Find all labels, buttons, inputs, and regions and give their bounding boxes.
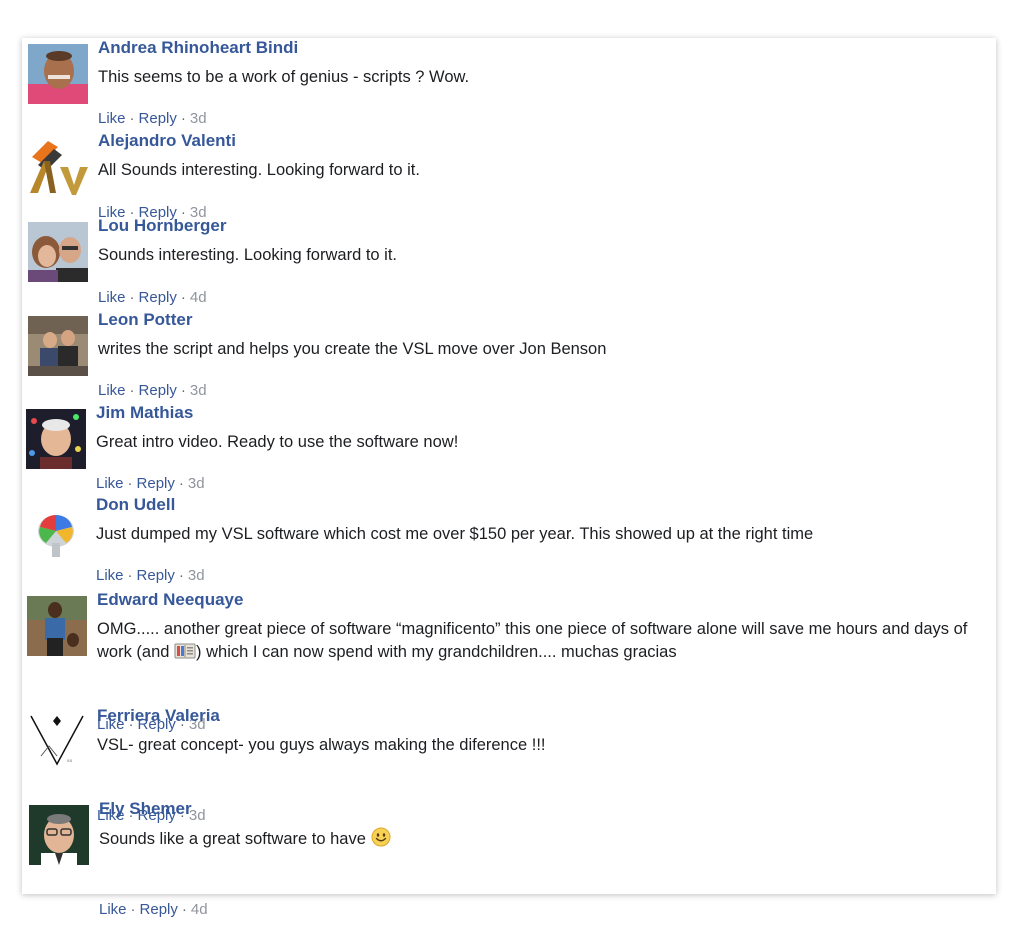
comment-text: Great intro video. Ready to use the soft…: [96, 433, 459, 451]
comment-actions: Like · Reply · 4d: [99, 901, 208, 918]
commenter-name[interactable]: Jim Mathias: [96, 403, 193, 423]
comment-text: VSL- great concept- you guys always maki…: [97, 736, 546, 754]
comment-text-part: Sounds like a great software to have: [99, 830, 371, 848]
avatar[interactable]: [26, 409, 86, 469]
commenter-name[interactable]: Edward Neequaye: [97, 590, 243, 610]
comment-text: writes the script and helps you create t…: [98, 340, 607, 358]
avatar[interactable]: ss: [27, 712, 87, 772]
timestamp: 3d: [187, 567, 205, 584]
avatar[interactable]: [29, 805, 89, 865]
timestamp: 3d: [189, 382, 207, 399]
book-emoji-icon: [174, 643, 196, 659]
avatar[interactable]: [28, 44, 88, 104]
reply-link[interactable]: Reply: [140, 901, 178, 918]
comment-actions: Like · Reply · 3d: [96, 567, 205, 584]
like-link[interactable]: Like: [98, 382, 126, 399]
comment-actions: Like · Reply · 3d: [98, 110, 207, 127]
timestamp: 3d: [187, 475, 205, 492]
comments-panel: Andrea Rhinoheart Bindi This seems to be…: [22, 38, 996, 918]
commenter-name[interactable]: Leon Potter: [98, 310, 192, 330]
timestamp: 4d: [190, 901, 208, 918]
comment-text: Sounds interesting. Looking forward to i…: [98, 246, 398, 264]
reply-link[interactable]: Reply: [137, 567, 175, 584]
comment-text: Just dumped my VSL software which cost m…: [96, 525, 814, 543]
like-link[interactable]: Like: [98, 110, 126, 127]
reply-link[interactable]: Reply: [137, 475, 175, 492]
smile-emoji-icon: [371, 827, 390, 847]
avatar[interactable]: [26, 501, 86, 561]
avatar[interactable]: [28, 316, 88, 376]
commenter-name[interactable]: Ferriera Valeria: [97, 706, 220, 726]
like-link[interactable]: Like: [96, 475, 124, 492]
comment-text: This seems to be a work of genius - scri…: [98, 68, 470, 86]
comment-text-part: ) which I can now spend with my grandchi…: [196, 643, 677, 661]
commenter-name[interactable]: Don Udell: [96, 495, 175, 515]
comment-actions: Like · Reply · 3d: [98, 382, 207, 399]
avatar[interactable]: [27, 596, 87, 656]
svg-text:ss: ss: [67, 758, 73, 764]
timestamp: 3d: [189, 110, 207, 127]
timestamp: 4d: [189, 289, 207, 306]
comment-actions: Like · Reply · 4d: [98, 289, 207, 306]
avatar[interactable]: [28, 222, 88, 282]
comment-text: All Sounds interesting. Looking forward …: [98, 161, 420, 179]
commenter-name[interactable]: Ely Shemer: [99, 799, 192, 819]
avatar[interactable]: [28, 137, 88, 197]
comment-text: OMG..... another great piece of software…: [97, 618, 992, 664]
like-link[interactable]: Like: [99, 901, 127, 918]
reply-link[interactable]: Reply: [139, 110, 177, 127]
commenter-name[interactable]: Alejandro Valenti: [98, 131, 236, 151]
comment-actions: Like · Reply · 3d: [96, 475, 205, 492]
comment-text: Sounds like a great software to have: [99, 827, 994, 851]
reply-link[interactable]: Reply: [139, 382, 177, 399]
commenter-name[interactable]: Lou Hornberger: [98, 216, 226, 236]
commenter-name[interactable]: Andrea Rhinoheart Bindi: [98, 38, 298, 58]
like-link[interactable]: Like: [96, 567, 124, 584]
reply-link[interactable]: Reply: [139, 289, 177, 306]
like-link[interactable]: Like: [98, 289, 126, 306]
